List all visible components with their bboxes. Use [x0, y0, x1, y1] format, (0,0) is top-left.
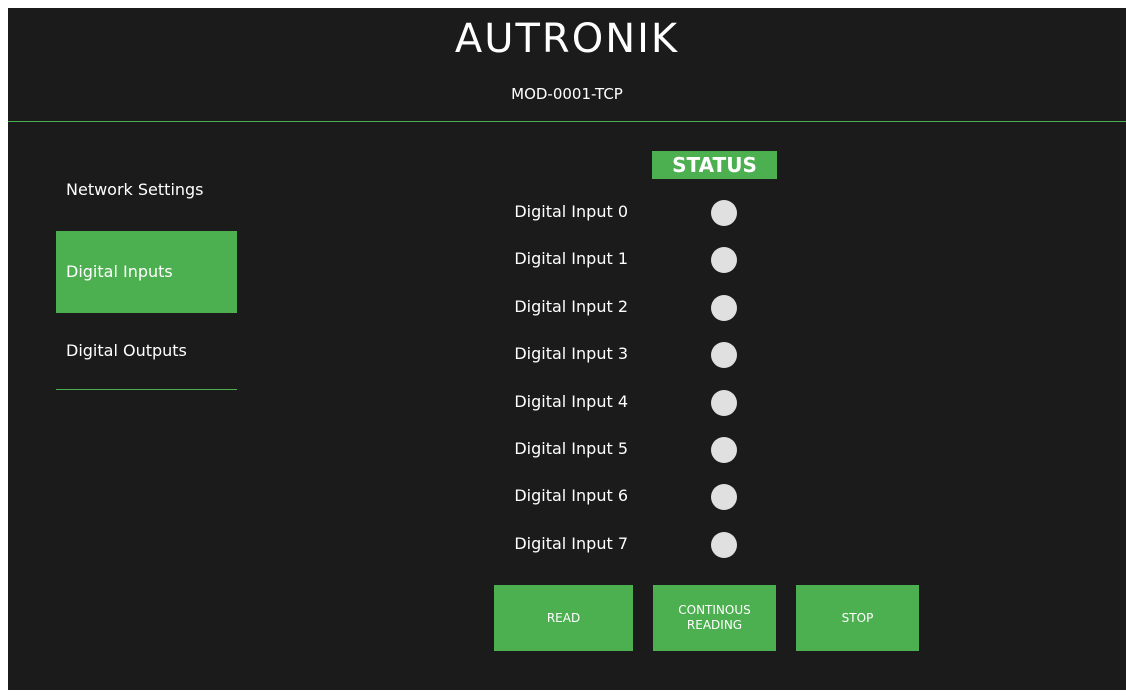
- app-frame: AUTRONIK MOD-0001-TCP Network Settings D…: [8, 8, 1126, 690]
- list-item: Digital Input 1: [448, 235, 748, 282]
- input-label: Digital Input 4: [514, 391, 628, 411]
- sidebar-item-network-settings[interactable]: Network Settings: [56, 163, 237, 231]
- status-led-icon: [711, 200, 737, 226]
- list-item: Digital Input 2: [448, 283, 748, 330]
- input-label: Digital Input 6: [514, 486, 628, 506]
- status-led-icon: [711, 342, 737, 369]
- input-label: Digital Input 2: [514, 296, 628, 316]
- stop-button[interactable]: STOP: [796, 585, 919, 651]
- continuous-reading-button[interactable]: CONTINOUS READING: [653, 585, 776, 651]
- list-item: Digital Input 3: [448, 330, 748, 377]
- input-label: Digital Input 1: [514, 249, 628, 269]
- list-item: Digital Input 4: [448, 378, 748, 425]
- status-led-icon: [711, 436, 737, 463]
- input-label: Digital Input 7: [514, 533, 628, 553]
- list-item: Digital Input 6: [448, 472, 748, 519]
- input-label: Digital Input 0: [514, 202, 628, 221]
- stop-button-label: STOP: [841, 610, 874, 625]
- input-status-list: Digital Input 0 Digital Input 1 Digital …: [448, 188, 748, 567]
- list-item: Digital Input 0: [448, 188, 748, 235]
- status-led-icon: [711, 294, 737, 321]
- status-led-icon: [711, 531, 737, 558]
- sidebar-item-digital-outputs[interactable]: Digital Outputs: [56, 313, 237, 390]
- status-led-icon: [711, 247, 737, 274]
- input-label: Digital Input 3: [514, 344, 628, 364]
- continuous-label-line2: READING: [686, 618, 743, 632]
- read-button-label: READ: [546, 610, 581, 625]
- brand-logo: AUTRONIK: [454, 16, 680, 62]
- status-led-icon: [711, 484, 737, 511]
- list-item: Digital Input 7: [448, 520, 748, 567]
- read-button[interactable]: READ: [494, 585, 633, 651]
- header: AUTRONIK MOD-0001-TCP: [8, 8, 1126, 122]
- status-heading: STATUS: [652, 151, 777, 179]
- sidebar-item-digital-inputs[interactable]: Digital Inputs: [56, 231, 237, 313]
- status-led-icon: [711, 389, 737, 416]
- input-label: Digital Input 5: [514, 438, 628, 458]
- continuous-reading-button-label: CONTINOUS READING: [678, 603, 751, 633]
- continuous-label-line1: CONTINOUS: [678, 603, 751, 617]
- sidebar: Network Settings Digital Inputs Digital …: [56, 163, 237, 390]
- device-model: MOD-0001-TCP: [511, 85, 623, 103]
- list-item: Digital Input 5: [448, 425, 748, 472]
